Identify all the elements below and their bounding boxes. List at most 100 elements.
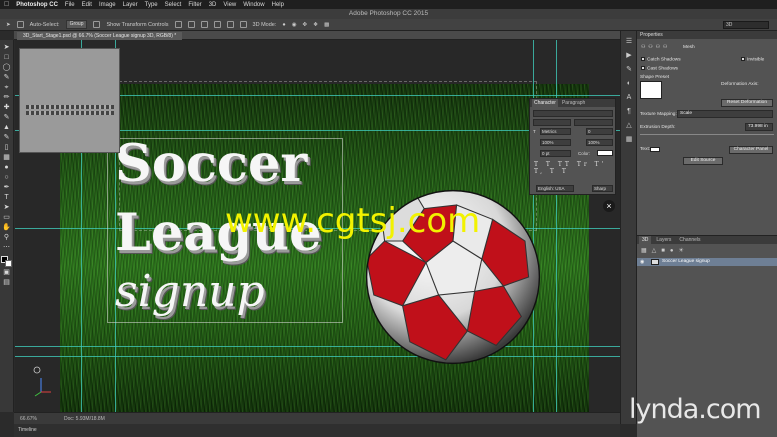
- headline-signup[interactable]: signup: [115, 266, 265, 317]
- roll-icon[interactable]: ◉: [292, 22, 297, 28]
- eye-icon[interactable]: ◉: [640, 258, 644, 266]
- layer-row[interactable]: ◉ Soccer League signup: [637, 258, 777, 266]
- menu-select[interactable]: Select: [165, 2, 182, 8]
- align-top-icon[interactable]: [174, 21, 182, 28]
- auto-select-dropdown[interactable]: Group: [65, 20, 88, 29]
- character-panel-button[interactable]: Character Panel: [729, 146, 773, 154]
- menu-window[interactable]: Window: [243, 2, 264, 8]
- close-icon[interactable]: ×: [603, 200, 615, 212]
- brush-icon[interactable]: ✎: [2, 113, 11, 122]
- text-color-swatch[interactable]: [597, 150, 613, 156]
- hand-icon[interactable]: ✋: [2, 223, 11, 232]
- apple-icon[interactable]: : [4, 1, 9, 8]
- more-tools-icon[interactable]: ⋯: [2, 243, 11, 252]
- menu-edit[interactable]: Edit: [82, 2, 92, 8]
- vertical-scale-field[interactable]: 100%: [540, 139, 571, 146]
- gradient-icon[interactable]: ▦: [2, 153, 11, 162]
- align-center-icon[interactable]: [226, 21, 234, 28]
- color-swatches[interactable]: [1, 256, 12, 267]
- extrusion-depth-slider[interactable]: [640, 134, 774, 135]
- camera-view-thumbnail[interactable]: [19, 48, 120, 153]
- text-color-swatch[interactable]: [650, 147, 660, 152]
- catch-shadows-option[interactable]: Catch Shadows: [641, 57, 681, 62]
- show-transform-checkbox[interactable]: [93, 21, 101, 28]
- timeline-tab[interactable]: Timeline: [14, 424, 620, 437]
- stamp-icon[interactable]: ▲: [2, 123, 11, 132]
- paragraph-icon[interactable]: ¶: [624, 107, 634, 117]
- slide-icon[interactable]: ❖: [313, 22, 318, 28]
- edit-source-button[interactable]: Edit Source: [683, 157, 723, 165]
- align-left-icon[interactable]: [213, 21, 221, 28]
- texture-mapping-dropdown[interactable]: Scale: [677, 110, 773, 118]
- actions-icon[interactable]: ▶: [624, 51, 634, 61]
- cast-shadows-option[interactable]: Cast Shadows: [641, 66, 678, 71]
- app-menu[interactable]: Photoshop CC: [16, 2, 58, 8]
- menu-view[interactable]: View: [223, 2, 236, 8]
- quick-select-icon[interactable]: ✎: [2, 73, 11, 82]
- type-icon[interactable]: T: [2, 193, 11, 202]
- 3d-axis-widget[interactable]: [31, 364, 53, 398]
- scale-icon[interactable]: ▩: [324, 22, 329, 28]
- type-style-buttons[interactable]: T T TT Tr T' T, T T: [534, 161, 615, 175]
- shape-preset-thumbnail[interactable]: [640, 81, 662, 99]
- invisible-checkbox[interactable]: [741, 57, 745, 61]
- marquee-icon[interactable]: □: [2, 53, 11, 62]
- menu-type[interactable]: Type: [145, 2, 158, 8]
- align-right-icon[interactable]: [239, 21, 247, 28]
- menu-image[interactable]: Image: [99, 2, 116, 8]
- lasso-icon[interactable]: ◯: [2, 63, 11, 72]
- kerning-field[interactable]: Metrics: [540, 128, 571, 135]
- eyedropper-icon[interactable]: ✏: [2, 93, 11, 102]
- quick-mask-icon[interactable]: ▣: [2, 268, 11, 277]
- catch-shadows-checkbox[interactable]: [641, 57, 645, 61]
- headline-soccer[interactable]: Soccer: [115, 134, 307, 194]
- auto-select-checkbox[interactable]: [16, 21, 24, 28]
- menu-file[interactable]: File: [65, 2, 75, 8]
- horizontal-scale-field[interactable]: 100%: [586, 139, 613, 146]
- path-select-icon[interactable]: ➤: [2, 203, 11, 212]
- align-middle-icon[interactable]: [187, 21, 195, 28]
- move-icon[interactable]: ➤: [2, 43, 11, 52]
- align-bottom-icon[interactable]: [200, 21, 208, 28]
- screen-mode-icon[interactable]: ▤: [2, 278, 11, 287]
- 3d-filter-icons[interactable]: ▦△■●☀: [641, 247, 689, 254]
- cast-shadows-checkbox[interactable]: [641, 66, 645, 70]
- background-color[interactable]: [5, 260, 12, 267]
- tab-paragraph[interactable]: Paragraph: [560, 99, 587, 107]
- healing-icon[interactable]: ✚: [2, 103, 11, 112]
- history-icon[interactable]: ☰: [624, 37, 634, 47]
- blur-icon[interactable]: ●: [2, 163, 11, 172]
- layers-icon[interactable]: ▦: [624, 135, 634, 145]
- font-family-field[interactable]: [533, 110, 613, 117]
- adjustments-icon[interactable]: ◐: [624, 79, 634, 89]
- extrusion-depth-input[interactable]: 73.998 in: [745, 123, 773, 131]
- tab-layers[interactable]: Layers: [653, 236, 674, 244]
- orbit-icon[interactable]: ●: [282, 22, 285, 28]
- pan-icon[interactable]: ✥: [303, 22, 308, 28]
- reset-deformation-button[interactable]: Reset Deformation: [721, 99, 773, 107]
- tab-channels[interactable]: Channels: [676, 236, 703, 244]
- baseline-shift-field[interactable]: 0 pt: [540, 150, 571, 157]
- shape-icon[interactable]: ▭: [2, 213, 11, 222]
- properties-mode-icons[interactable]: ⚇⚇⚇⚇: [641, 45, 670, 50]
- pen-icon[interactable]: ✒: [2, 183, 11, 192]
- zoom-icon[interactable]: ⚲: [2, 233, 11, 242]
- brush-settings-icon[interactable]: ✎: [624, 65, 634, 75]
- 3d-panel-icon[interactable]: △: [624, 121, 634, 131]
- invisible-option[interactable]: Invisible: [741, 57, 764, 62]
- leading-field[interactable]: [574, 119, 613, 126]
- antialias-dropdown[interactable]: Sharp: [592, 185, 613, 192]
- crop-icon[interactable]: ⌖: [2, 83, 11, 92]
- dodge-icon[interactable]: ○: [2, 173, 11, 182]
- history-brush-icon[interactable]: ✎: [2, 133, 11, 142]
- document-tab[interactable]: 3D_Start_Stage1.psd @ 66.7% (Soccer Leag…: [17, 32, 183, 40]
- font-style-field[interactable]: [533, 119, 571, 126]
- eraser-icon[interactable]: ▯: [2, 143, 11, 152]
- tab-3d[interactable]: 3D: [639, 236, 652, 244]
- character-icon[interactable]: A: [624, 93, 634, 103]
- menu-filter[interactable]: Filter: [188, 2, 201, 8]
- language-dropdown[interactable]: English: USA: [536, 185, 574, 192]
- canvas-area[interactable]: Soccer League signup www.cgtsj.com ×: [15, 40, 620, 412]
- tracking-field[interactable]: 0: [586, 128, 613, 135]
- menu-3d[interactable]: 3D: [209, 2, 217, 8]
